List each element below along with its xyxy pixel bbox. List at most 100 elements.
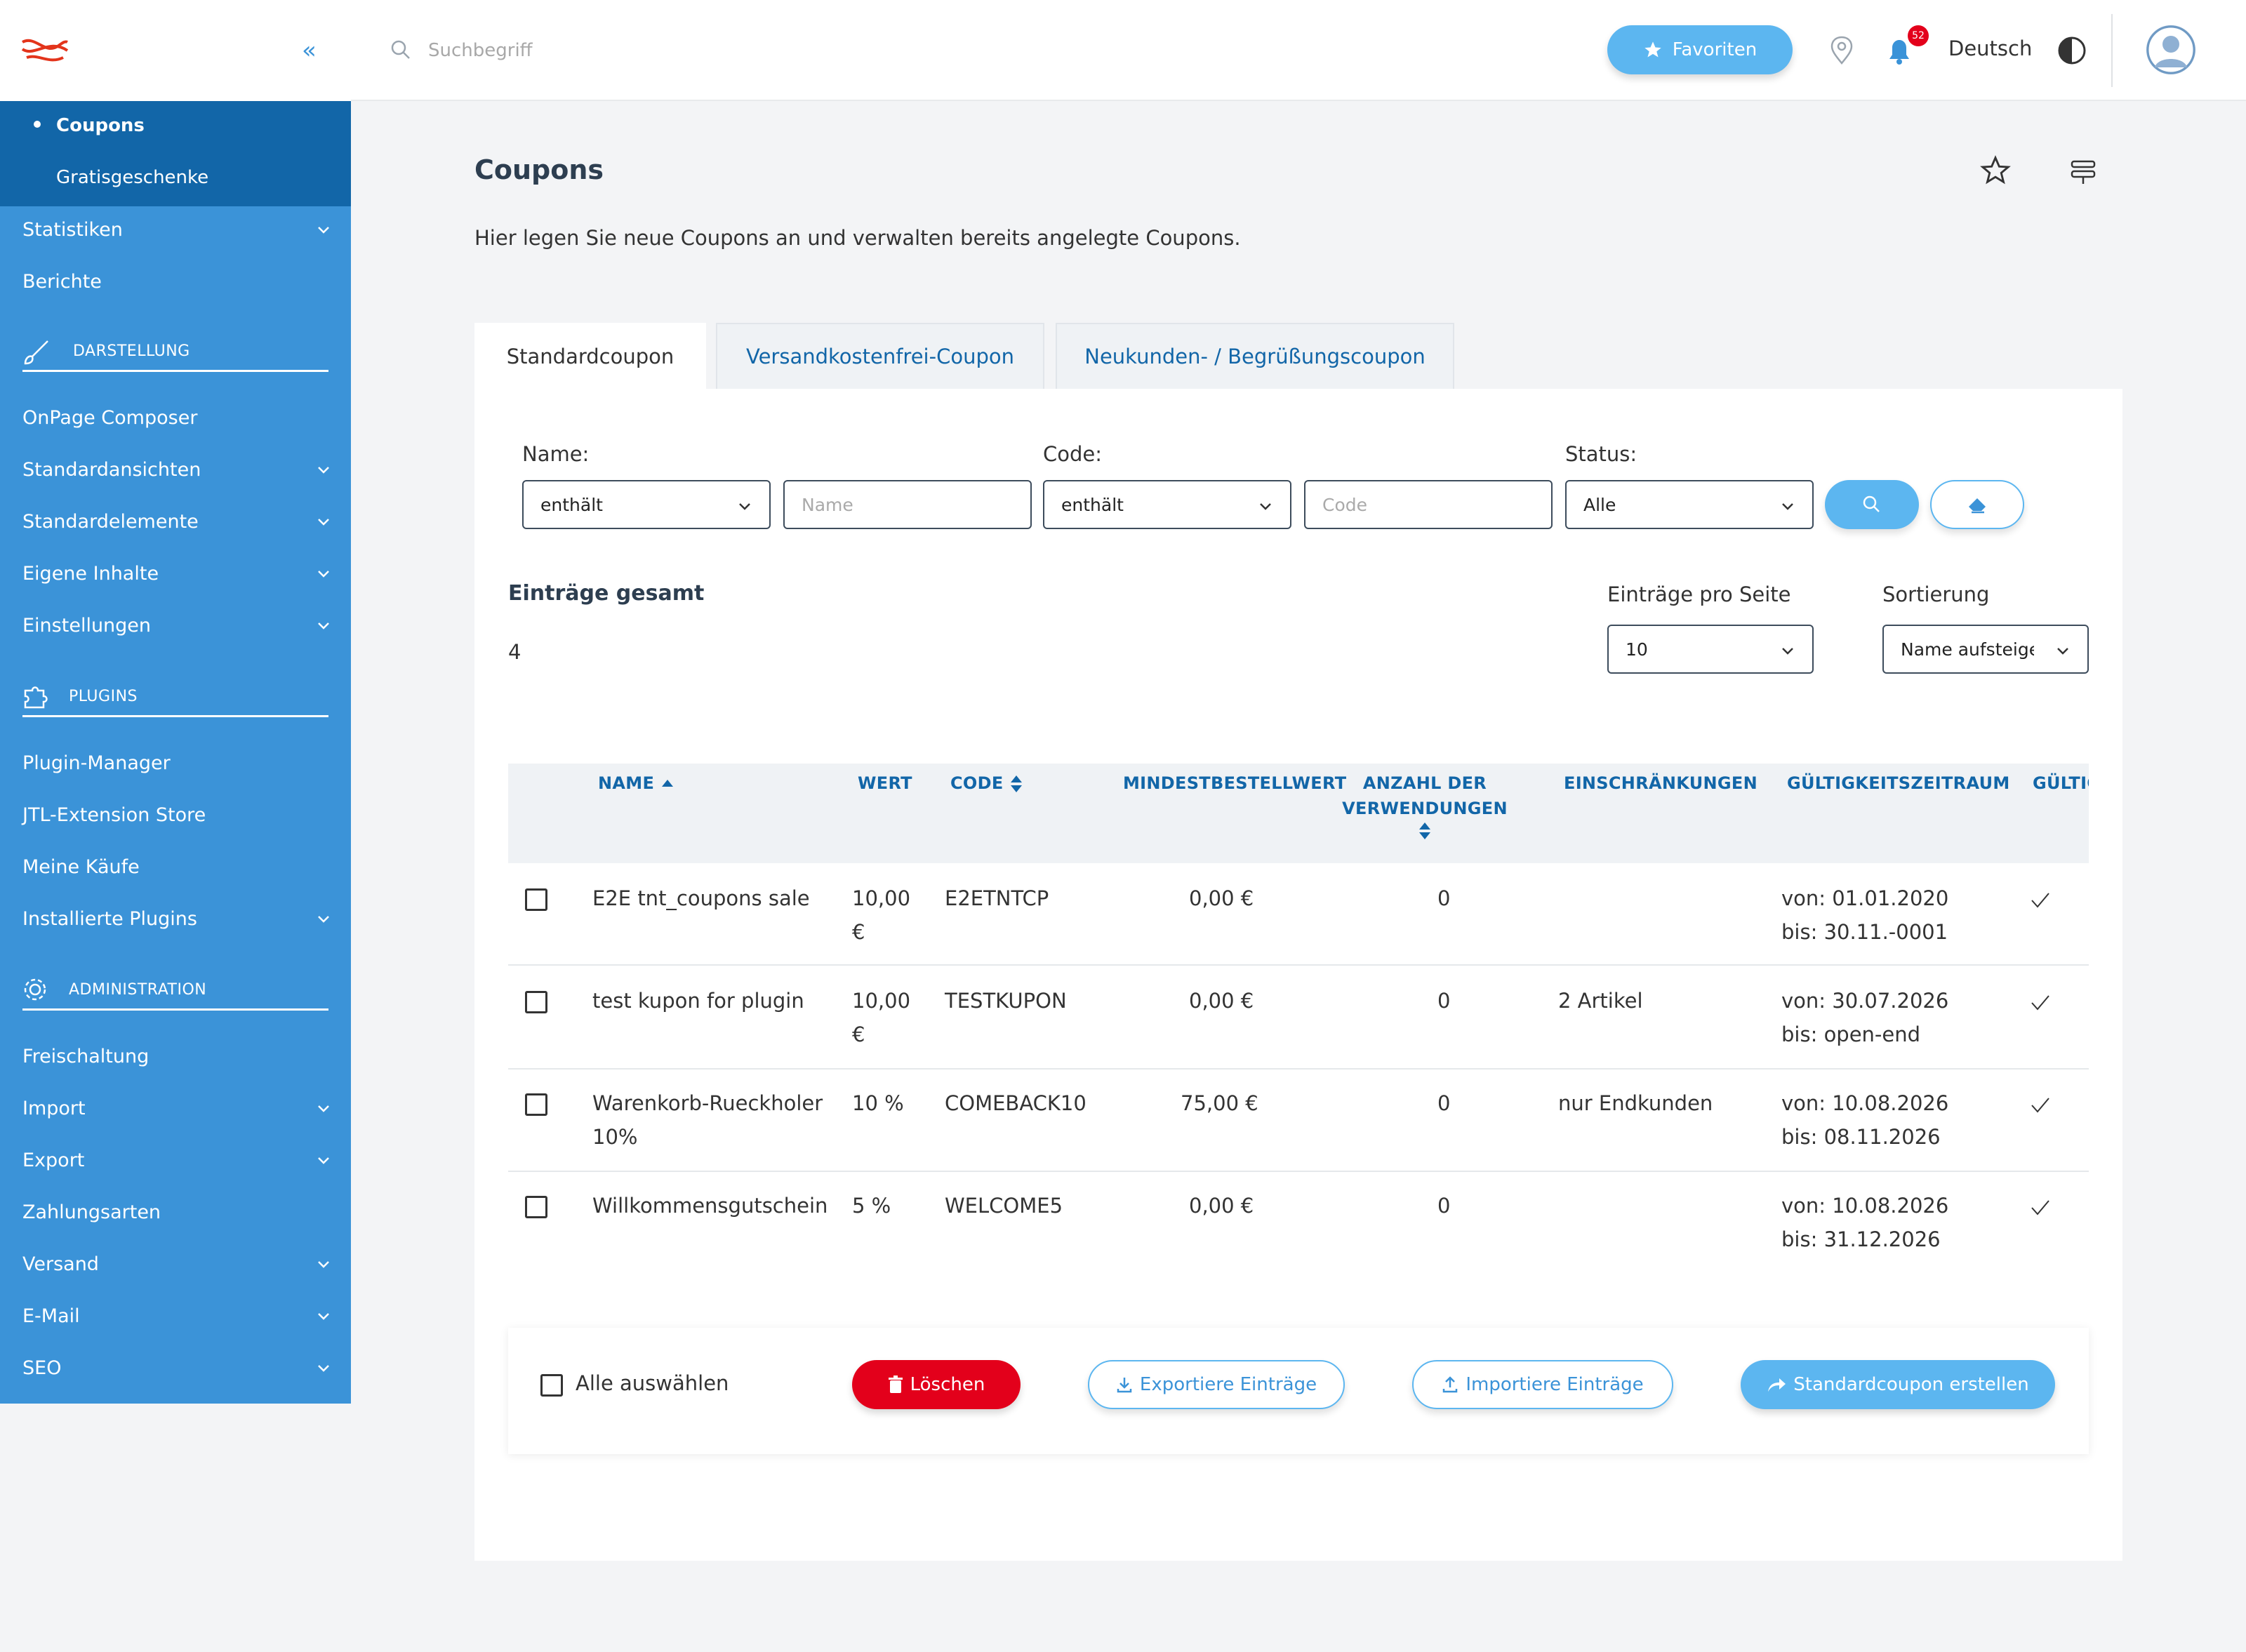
name-operator-select[interactable]: enthält — [522, 480, 771, 529]
column-min-order-header: MINDESTBESTELLWERT — [1123, 773, 1347, 793]
collapse-sidebar-icon[interactable]: « — [302, 36, 317, 65]
gear-icon — [22, 977, 51, 1005]
settings-sliders-icon[interactable] — [2068, 156, 2099, 187]
filter-status-label: Status: — [1565, 442, 1637, 466]
sidebar-item-installierte-plugins[interactable]: Installierte Plugins — [22, 908, 331, 930]
sidebar-item-eigene-inhalte[interactable]: Eigene Inhalte — [22, 563, 331, 585]
tab-neukunden[interactable]: Neukunden- / Begrüßungscoupon — [1056, 323, 1454, 389]
chevron-down-icon — [316, 1256, 331, 1272]
cell-name: test kupon for plugin — [592, 984, 804, 1018]
per-page-label: Einträge pro Seite — [1607, 582, 1791, 606]
avatar[interactable] — [2146, 25, 2195, 74]
cell-uses: 0 — [1437, 1194, 1451, 1218]
cell-validity: von: 30.07.2026 bis: open-end — [1781, 984, 1948, 1051]
sort-select[interactable]: Name aufsteige — [1882, 625, 2089, 674]
sidebar-item-seo[interactable]: SEO — [22, 1357, 331, 1379]
cell-validity: von: 10.08.2026 bis: 31.12.2026 — [1781, 1189, 1948, 1256]
sidebar-item-einstellungen[interactable]: Einstellungen — [22, 615, 331, 637]
sidebar-item-import[interactable]: Import — [22, 1098, 331, 1119]
sidebar-item-versand[interactable]: Versand — [22, 1253, 331, 1275]
cell-name-line: Willkommensgutschein — [592, 1194, 828, 1218]
sidebar-item-label: Plugin-Manager — [22, 752, 171, 774]
filter-reset-button[interactable] — [1930, 480, 2024, 529]
brush-icon — [22, 338, 51, 366]
active-bullet — [34, 121, 41, 128]
row-checkbox[interactable] — [525, 991, 547, 1013]
delete-button[interactable]: Löschen — [852, 1360, 1021, 1409]
sidebar-item-extension-store[interactable]: JTL-Extension Store — [22, 804, 331, 826]
filter-name-label: Name: — [522, 442, 590, 466]
chevron-down-icon — [2055, 643, 2071, 658]
sidebar-item-export[interactable]: Export — [22, 1150, 331, 1171]
column-code-header[interactable]: CODE — [950, 773, 1023, 794]
sidebar-item-label: Berichte — [22, 271, 102, 293]
checkmark-icon — [2030, 891, 2051, 910]
filter-search-button[interactable] — [1825, 480, 1919, 529]
row-checkbox[interactable] — [525, 1093, 547, 1116]
logo-icon[interactable] — [21, 34, 69, 65]
cell-valid-to: bis: open-end — [1781, 1022, 1921, 1046]
table-row: test kupon for plugin 10,00 € TESTKUPON 0… — [508, 967, 2089, 1070]
per-page-select[interactable]: 10 — [1607, 625, 1814, 674]
sort-label: Sortierung — [1882, 582, 1990, 606]
sidebar-item-zahlungsarten[interactable]: Zahlungsarten — [22, 1201, 331, 1223]
sidebar-item-freischaltung[interactable]: Freischaltung — [22, 1046, 331, 1067]
sidebar-item-label: Import — [22, 1098, 86, 1119]
sidebar-item-email[interactable]: E-Mail — [22, 1305, 331, 1327]
export-button[interactable]: Exportiere Einträge — [1088, 1360, 1345, 1409]
search-input[interactable] — [428, 34, 849, 67]
contrast-icon[interactable] — [2056, 35, 2087, 66]
puzzle-icon — [22, 684, 51, 712]
header-label: NAME — [598, 773, 655, 793]
cell-valid-to: bis: 30.11.-0001 — [1781, 920, 1948, 944]
language-selector[interactable]: Deutsch — [1948, 36, 2032, 60]
code-operator-select[interactable]: enthält — [1043, 480, 1291, 529]
column-restrictions-header: EINSCHRÄNKUNGEN — [1564, 773, 1757, 793]
submenu-marketing — [0, 101, 351, 206]
row-checkbox[interactable] — [525, 888, 547, 911]
sidebar-item-plugin-manager[interactable]: Plugin-Manager — [22, 752, 331, 774]
select-value: 10 — [1626, 639, 1648, 660]
import-button[interactable]: Importiere Einträge — [1412, 1360, 1673, 1409]
name-input[interactable]: Name — [783, 480, 1032, 529]
entries-total-value: 4 — [508, 640, 521, 664]
sidebar-item-meine-kaeufe[interactable]: Meine Käufe — [22, 856, 331, 878]
page-description: Hier legen Sie neue Coupons an und verwa… — [474, 226, 1241, 250]
cell-valid-from: von: 10.08.2026 — [1781, 1194, 1949, 1218]
column-validity-header: GÜLTIGKEITSZEITRAUM — [1787, 773, 2010, 793]
tab-versandkostenfrei[interactable]: Versandkostenfrei-Coupon — [716, 323, 1044, 389]
sidebar-item-standardansichten[interactable]: Standardansichten — [22, 459, 331, 481]
select-all-label[interactable]: Alle auswählen — [576, 1371, 729, 1395]
section-label: DARSTELLUNG — [73, 342, 190, 360]
filter-code-label: Code: — [1043, 442, 1103, 466]
tab-standardcoupon[interactable]: Standardcoupon — [474, 323, 706, 389]
column-name-header[interactable]: NAME — [598, 773, 675, 793]
column-uses-header[interactable]: ANZAHL DER VERWENDUNGEN — [1334, 773, 1516, 841]
select-value: enthält — [1061, 494, 1124, 515]
sidebar-item-label: E-Mail — [22, 1305, 80, 1327]
create-label: Standardcoupon erstellen — [1793, 1374, 2029, 1395]
sidebar-item-label: Meine Käufe — [22, 856, 140, 878]
code-input[interactable]: Code — [1304, 480, 1553, 529]
table-row: Warenkorb-Rueckholer 10% 10 % COMEBACK10 … — [508, 1070, 2089, 1172]
row-checkbox[interactable] — [525, 1196, 547, 1218]
cell-code: TESTKUPON — [945, 989, 1067, 1013]
sidebar-item-label: Standardansichten — [22, 459, 201, 481]
sidebar-item-statistiken[interactable]: Statistiken — [22, 219, 331, 241]
sidebar-item-standardelemente[interactable]: Standardelemente — [22, 511, 331, 533]
status-select[interactable]: Alle — [1565, 480, 1814, 529]
star-outline-icon[interactable] — [1979, 154, 2012, 187]
sort-asc-icon — [660, 778, 675, 790]
sidebar-item-onpage-composer[interactable]: OnPage Composer — [22, 407, 331, 429]
sidebar-item-berichte[interactable]: Berichte — [22, 271, 331, 293]
create-coupon-button[interactable]: Standardcoupon erstellen — [1741, 1360, 2055, 1409]
chevron-down-icon — [316, 1100, 331, 1116]
cell-value-line: 10,00 — [852, 989, 911, 1013]
select-all-checkbox[interactable] — [540, 1374, 563, 1397]
sidebar-subitem-coupons[interactable]: Coupons — [56, 115, 145, 136]
location-pin-icon[interactable] — [1829, 35, 1854, 66]
sidebar-item-label: Statistiken — [22, 219, 123, 241]
favorites-button[interactable]: Favoriten — [1607, 25, 1793, 74]
sidebar-subitem-gratisgeschenke[interactable]: Gratisgeschenke — [56, 167, 208, 188]
cell-valid-from: von: 30.07.2026 — [1781, 989, 1949, 1013]
